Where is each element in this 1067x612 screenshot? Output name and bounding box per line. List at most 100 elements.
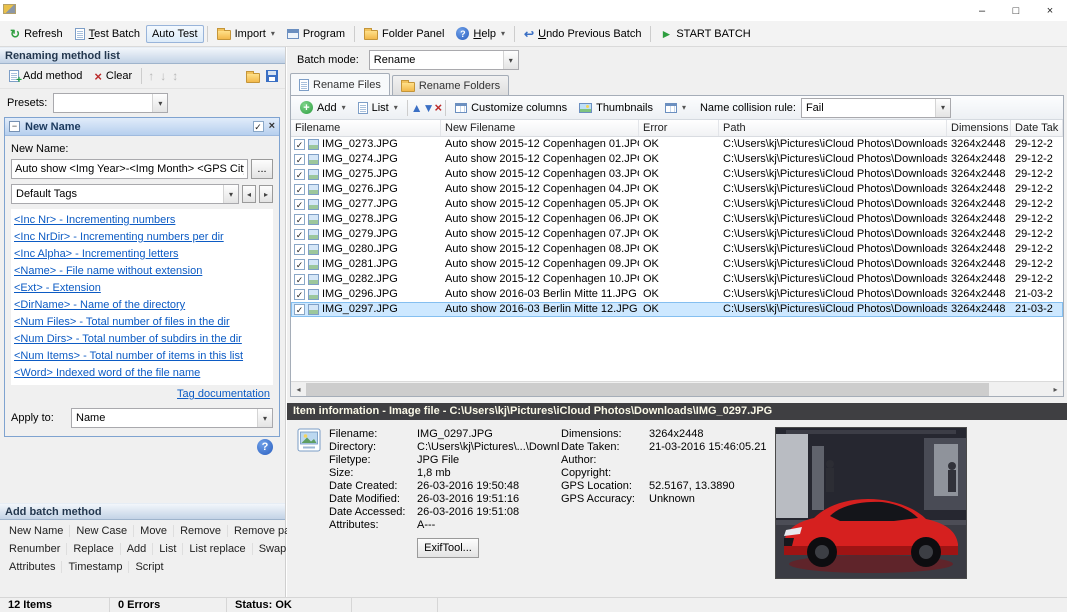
help-button[interactable]: ? Help ▾ (450, 24, 511, 43)
batch-mode-select[interactable]: Rename ▾ (368, 50, 519, 70)
table-row[interactable]: ✓ IMG_0273.JPG Auto show 2015-12 Copenhage… (291, 137, 1063, 152)
tag-link[interactable]: <Name> - File name without extension (14, 263, 270, 280)
row-checkbox[interactable]: ✓ (294, 259, 305, 270)
batch-method-renumber[interactable]: Renumber (3, 543, 68, 555)
table-row[interactable]: ✓ IMG_0279.JPG Auto show 2015-12 Copenhage… (291, 227, 1063, 242)
column-header-new-filename[interactable]: New Filename (441, 120, 639, 136)
table-row[interactable]: ✓ IMG_0282.JPG Auto show 2015-12 Copenhage… (291, 272, 1063, 287)
table-row[interactable]: ✓ IMG_0276.JPG Auto show 2015-12 Copenhage… (291, 182, 1063, 197)
row-checkbox[interactable]: ✓ (294, 169, 305, 180)
folder-panel-button[interactable]: Folder Panel (358, 24, 450, 43)
scrollbar-track[interactable] (306, 382, 1048, 397)
test-batch-button[interactable]: Test Batch (69, 25, 146, 43)
start-batch-button[interactable]: ► START BATCH (654, 25, 756, 43)
row-checkbox[interactable]: ✓ (294, 214, 305, 225)
tag-category-select[interactable]: Default Tags ▾ (11, 184, 239, 204)
program-button[interactable]: Program (281, 25, 351, 43)
tab-rename-files[interactable]: Rename Files (290, 73, 390, 95)
open-method-list-icon[interactable] (246, 70, 260, 83)
dropdown-arrow-icon[interactable]: ▾ (934, 98, 950, 117)
collapse-method-icon[interactable]: − (9, 121, 20, 132)
move-item-up-icon[interactable]: ▲ (411, 102, 423, 114)
row-checkbox[interactable]: ✓ (294, 184, 305, 195)
minimize-button[interactable]: – (965, 0, 999, 21)
reorder-methods-icon[interactable]: ↕ (169, 70, 181, 82)
tag-link[interactable]: <DirName> - Name of the directory (14, 297, 270, 314)
refresh-button[interactable]: ↻ Refresh (4, 25, 69, 43)
batch-method-replace[interactable]: Replace (67, 543, 121, 555)
row-checkbox[interactable]: ✓ (294, 244, 305, 255)
scroll-left-arrow[interactable]: ◂ (291, 382, 306, 397)
close-button[interactable]: × (1033, 0, 1067, 21)
tag-documentation-link[interactable]: Tag documentation (177, 388, 270, 400)
column-header-date-taken[interactable]: Date Tak (1011, 120, 1063, 136)
scroll-right-arrow[interactable]: ▸ (1048, 382, 1063, 397)
row-checkbox[interactable]: ✓ (294, 229, 305, 240)
batch-method-remove[interactable]: Remove (174, 525, 229, 537)
batch-method-move[interactable]: Move (134, 525, 175, 537)
dropdown-arrow-icon[interactable]: ▾ (152, 94, 168, 112)
import-button[interactable]: Import ▾ (211, 24, 281, 43)
batch-method-attributes[interactable]: Attributes (3, 561, 63, 573)
method-help-icon[interactable]: ? (257, 439, 273, 455)
new-name-method-header[interactable]: − New Name ✓ × (5, 118, 279, 136)
column-header-dimensions[interactable]: Dimensions (947, 120, 1011, 136)
tag-link[interactable]: <Word> Indexed word of the file name (14, 365, 270, 382)
table-row[interactable]: ✓ IMG_0278.JPG Auto show 2015-12 Copenhage… (291, 212, 1063, 227)
customize-columns-button[interactable]: Customize columns (449, 99, 573, 117)
presets-select[interactable]: ▾ (53, 93, 169, 113)
dropdown-arrow-icon[interactable]: ▾ (257, 409, 272, 427)
table-row[interactable]: ✓ IMG_0275.JPG Auto show 2015-12 Copenhage… (291, 167, 1063, 182)
auto-test-toggle[interactable]: Auto Test (145, 24, 204, 43)
undo-previous-batch-button[interactable]: ↩ Undo Previous Batch (518, 25, 647, 43)
batch-method-script[interactable]: Script (129, 561, 169, 573)
tag-link[interactable]: <Inc NrDir> - Incrementing numbers per d… (14, 229, 270, 246)
apply-to-select[interactable]: Name ▾ (71, 408, 273, 428)
new-name-input[interactable] (11, 159, 248, 179)
batch-method-add[interactable]: Add (121, 543, 154, 555)
exiftool-button[interactable]: ExifTool... (417, 538, 479, 558)
tab-rename-folders[interactable]: Rename Folders (391, 75, 510, 95)
tag-page-left-button[interactable]: ◂ (242, 185, 256, 203)
move-method-up-icon[interactable]: ↑ (145, 70, 157, 82)
remove-item-icon[interactable]: × (435, 101, 443, 114)
batch-method-new-case[interactable]: New Case (70, 525, 135, 537)
tag-link[interactable]: <Ext> - Extension (14, 280, 270, 297)
batch-method-timestamp[interactable]: Timestamp (62, 561, 130, 573)
table-row[interactable]: ✓ IMG_0280.JPG Auto show 2015-12 Copenhage… (291, 242, 1063, 257)
table-row[interactable]: ✓ IMG_0296.JPG Auto show 2016-03 Berlin Mi… (291, 287, 1063, 302)
list-button[interactable]: List ▾ (352, 99, 404, 117)
batch-method-new-name[interactable]: New Name (3, 525, 71, 537)
save-method-list-icon[interactable] (266, 70, 278, 82)
dropdown-arrow-icon[interactable]: ▾ (223, 185, 238, 203)
move-method-down-icon[interactable]: ↓ (157, 70, 169, 82)
method-enabled-checkbox[interactable]: ✓ (252, 121, 264, 132)
row-checkbox[interactable]: ✓ (294, 139, 305, 150)
tag-link[interactable]: <Num Dirs> - Total number of subdirs in … (14, 331, 270, 348)
column-header-error[interactable]: Error (639, 120, 719, 136)
move-item-down-icon[interactable]: ▼ (423, 102, 435, 114)
batch-method-list-replace[interactable]: List replace (183, 543, 253, 555)
maximize-button[interactable]: □ (999, 0, 1033, 21)
tag-link[interactable]: <Inc Nr> - Incrementing numbers (14, 212, 270, 229)
dropdown-arrow-icon[interactable]: ▾ (502, 51, 518, 69)
scrollbar-thumb[interactable] (306, 382, 989, 396)
table-row[interactable]: ✓ IMG_0274.JPG Auto show 2015-12 Copenhage… (291, 152, 1063, 167)
clear-methods-button[interactable]: × Clear (88, 67, 138, 86)
remove-method-icon[interactable]: × (269, 121, 275, 132)
row-checkbox[interactable]: ✓ (294, 289, 305, 300)
column-header-path[interactable]: Path (719, 120, 947, 136)
add-files-button[interactable]: + Add ▾ (294, 98, 352, 117)
row-checkbox[interactable]: ✓ (294, 304, 305, 315)
tag-page-right-button[interactable]: ▸ (259, 185, 273, 203)
thumbnails-button[interactable]: Thumbnails (573, 99, 659, 117)
row-checkbox[interactable]: ✓ (294, 274, 305, 285)
browse-pattern-button[interactable]: ... (251, 159, 273, 179)
row-checkbox[interactable]: ✓ (294, 154, 305, 165)
table-row[interactable]: ✓ IMG_0281.JPG Auto show 2015-12 Copenhage… (291, 257, 1063, 272)
tag-link[interactable]: <Num Files> - Total number of files in t… (14, 314, 270, 331)
collision-rule-select[interactable]: Fail ▾ (800, 97, 951, 118)
table-row[interactable]: ✓ IMG_0277.JPG Auto show 2015-12 Copenhage… (291, 197, 1063, 212)
add-method-button[interactable]: Add method (3, 67, 88, 86)
tag-link[interactable]: <Num Items> - Total number of items in t… (14, 348, 270, 365)
